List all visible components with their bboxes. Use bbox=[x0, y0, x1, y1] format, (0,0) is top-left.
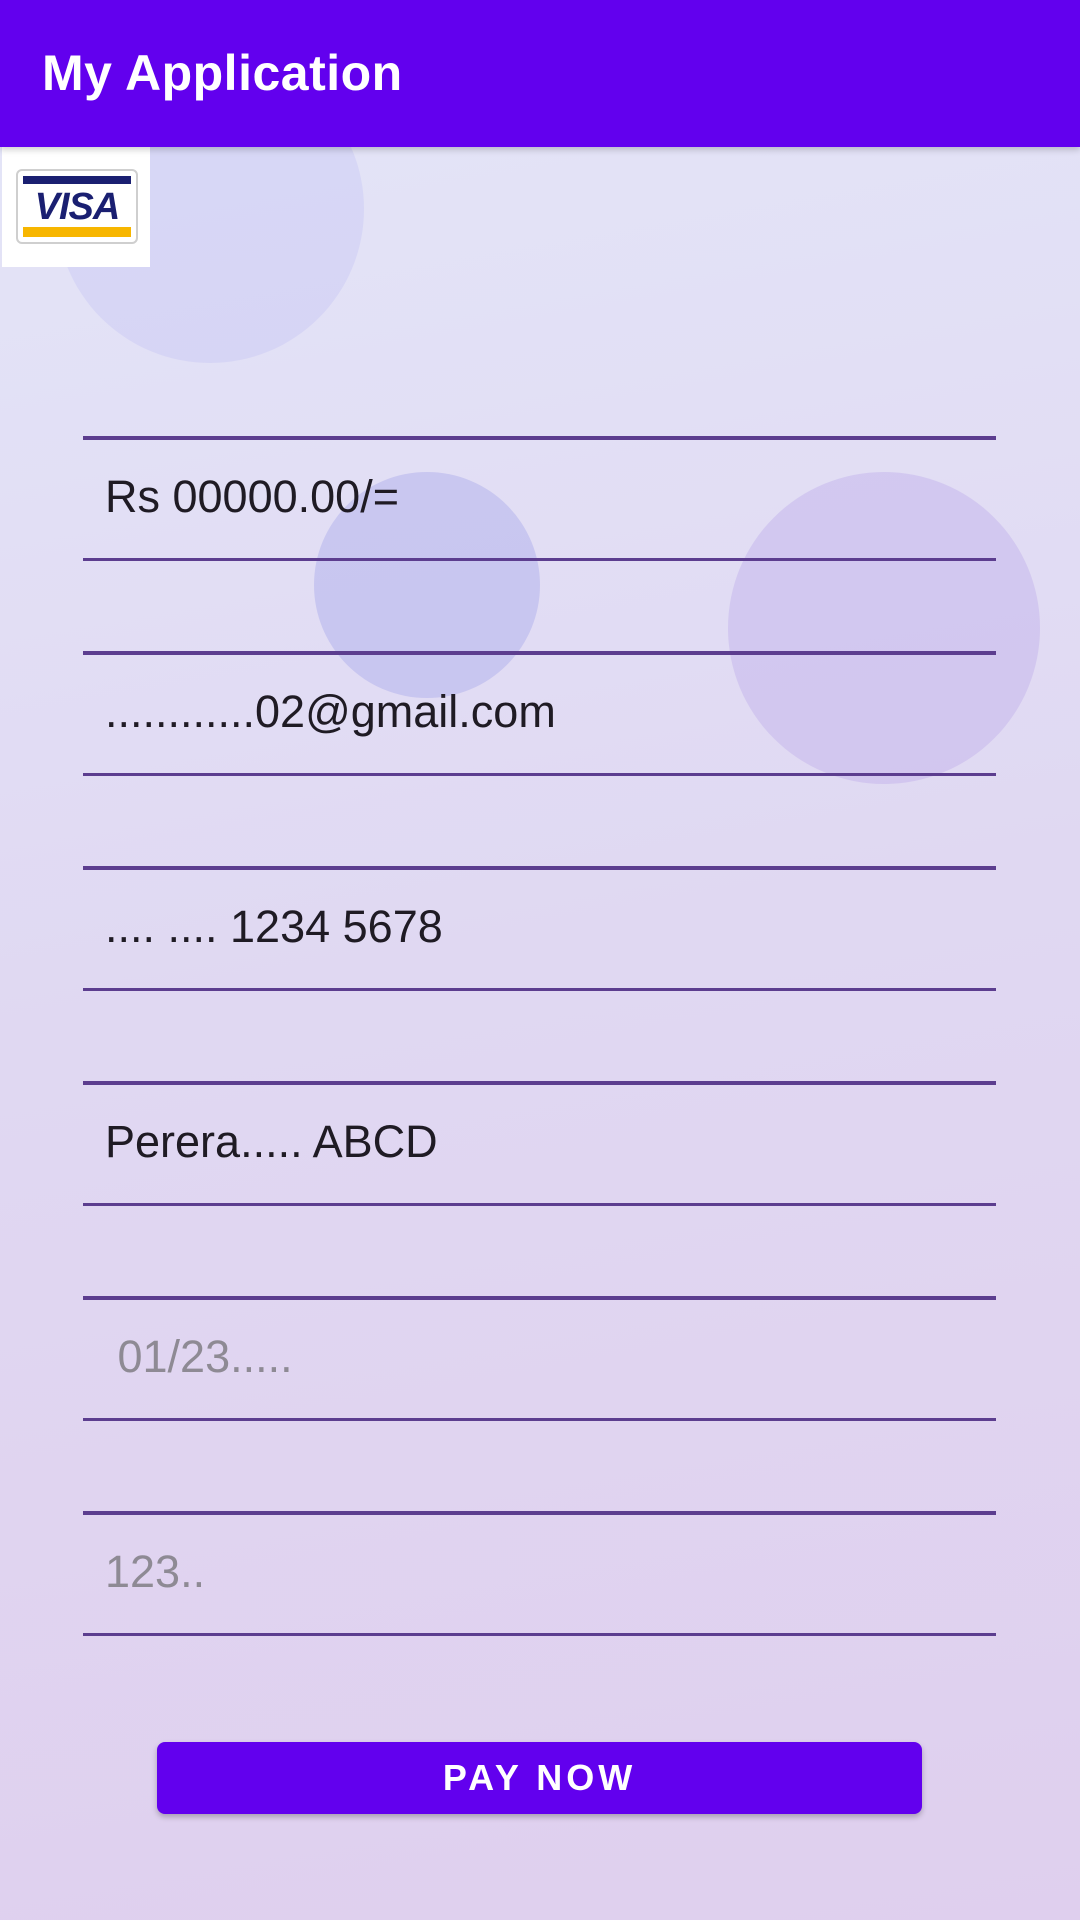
amount-field[interactable]: Rs 00000.00/= bbox=[83, 436, 996, 561]
app-title: My Application bbox=[42, 45, 403, 101]
amount-value: Rs 00000.00/= bbox=[105, 471, 399, 522]
card-number-field[interactable]: .... .... 1234 5678 bbox=[83, 866, 996, 991]
email-field[interactable]: ............02@gmail.com bbox=[83, 651, 996, 776]
visa-card-logo: VISA bbox=[2, 147, 150, 267]
expiry-placeholder: 01/23..... bbox=[105, 1331, 293, 1382]
card-number-value: .... .... 1234 5678 bbox=[105, 901, 443, 952]
pay-now-button[interactable]: PAY NOW bbox=[157, 1742, 922, 1814]
visa-brand-text: VISA bbox=[34, 186, 121, 228]
email-value: ............02@gmail.com bbox=[105, 686, 556, 737]
visa-card-icon: VISA bbox=[16, 169, 138, 244]
app-bar: My Application bbox=[0, 0, 1080, 147]
card-holder-field[interactable]: Perera..... ABCD bbox=[83, 1081, 996, 1206]
cvv-field[interactable]: 123.. bbox=[83, 1511, 996, 1636]
cvv-placeholder: 123.. bbox=[105, 1546, 206, 1597]
card-holder-value: Perera..... ABCD bbox=[105, 1116, 438, 1167]
expiry-field[interactable]: 01/23..... bbox=[83, 1296, 996, 1421]
